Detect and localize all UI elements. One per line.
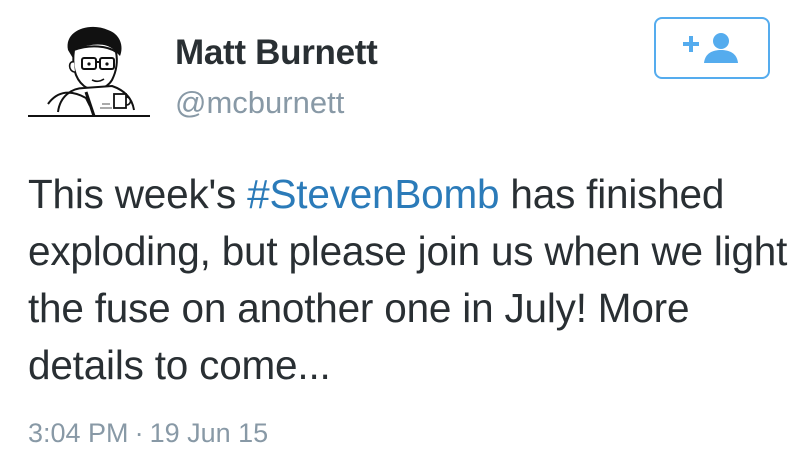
tweet-date[interactable]: 19 Jun 15 <box>150 418 269 448</box>
tweet-text-before: This week's <box>28 171 248 217</box>
hashtag-link[interactable]: #StevenBomb <box>247 171 499 217</box>
follow-user-plus-icon <box>683 33 738 63</box>
user-handle[interactable]: @mcburnett <box>175 85 344 121</box>
display-name[interactable]: Matt Burnett <box>175 33 378 73</box>
tweet-card: Matt Burnett @mcburnett This week's #Ste… <box>0 0 800 475</box>
meta-separator: · <box>134 418 144 448</box>
tweet-timestamp: 3:04 PM · 19 Jun 15 <box>28 418 268 449</box>
cartoon-avatar-icon <box>28 26 150 117</box>
follow-button[interactable] <box>654 17 770 79</box>
tweet-time[interactable]: 3:04 PM <box>28 418 129 448</box>
avatar[interactable] <box>28 20 150 124</box>
tweet-text: This week's #StevenBomb has finished exp… <box>28 166 788 394</box>
